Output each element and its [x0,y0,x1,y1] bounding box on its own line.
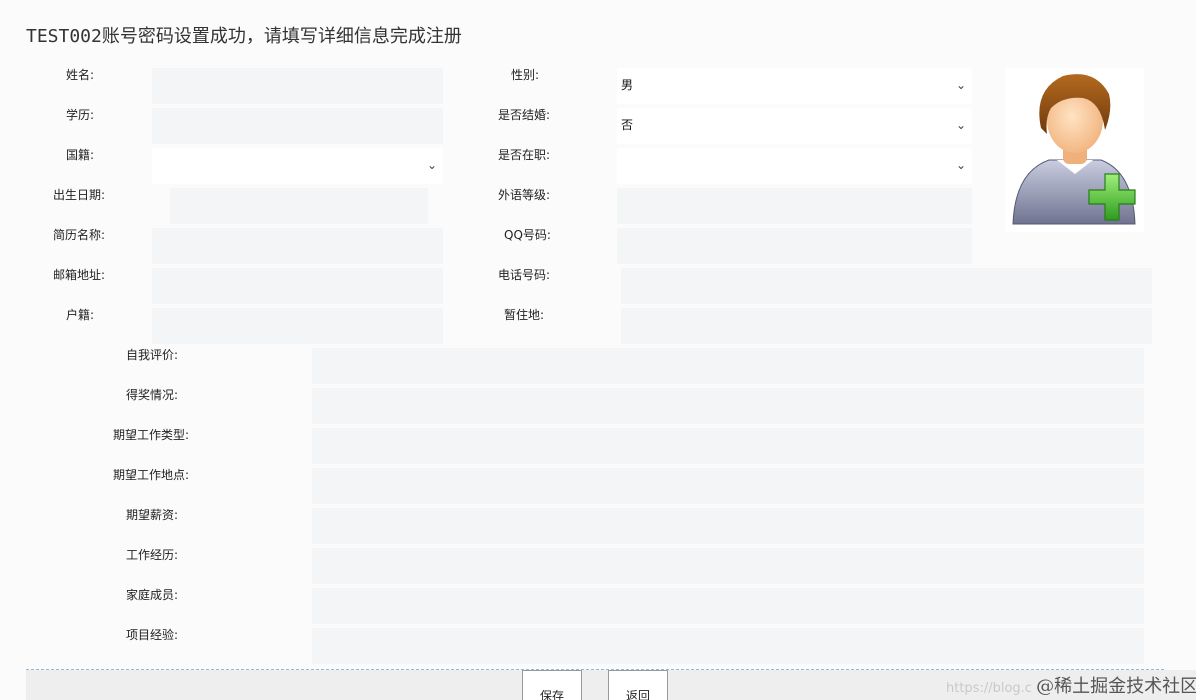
label-project-experience: 项目经验: [126,628,179,642]
avatar-upload[interactable] [1005,68,1144,232]
name-field[interactable] [152,68,443,104]
expected-location-field[interactable] [312,468,1144,504]
birthdate-field[interactable] [170,188,428,224]
self-evaluation-field[interactable] [312,348,1144,384]
footer-divider [26,669,1164,670]
resume-name-field[interactable] [152,228,443,264]
qq-field[interactable] [617,228,972,264]
expected-job-type-field[interactable] [312,428,1144,464]
label-temp-address: 暂住地: [504,308,545,322]
gender-value: 男 [621,78,634,92]
chevron-down-icon: ⌄ [955,158,966,172]
label-married: 是否结婚: [498,108,551,122]
chevron-down-icon: ⌄ [426,158,437,172]
user-add-icon [1012,74,1136,225]
label-household: 户籍: [66,308,95,322]
back-button[interactable]: 返回 [608,670,668,700]
label-gender: 性别: [511,68,540,82]
married-select[interactable]: 否 ⌄ [617,108,972,144]
page-title: TEST002账号密码设置成功，请填写详细信息完成注册 [26,26,462,47]
married-value: 否 [621,118,634,132]
label-language-level: 外语等级: [498,188,551,202]
watermark: https://blog.c @稀土掘金技术社区 [946,672,1196,698]
label-nationality: 国籍: [66,148,95,162]
watermark-brand: @稀土掘金技术社区 [1036,676,1196,697]
chevron-down-icon: ⌄ [955,78,966,92]
education-field[interactable] [152,108,443,144]
employed-select[interactable]: ⌄ [617,148,972,184]
label-employed: 是否在职: [498,148,551,162]
label-name: 姓名: [66,68,95,82]
watermark-url: https://blog.c [946,681,1032,696]
label-self-evaluation: 自我评价: [126,348,179,362]
work-experience-field[interactable] [312,548,1144,584]
label-resume-name: 简历名称: [53,228,106,242]
label-phone: 电话号码: [498,268,551,282]
label-birthdate: 出生日期: [53,188,106,202]
project-experience-field[interactable] [312,628,1144,664]
save-button[interactable]: 保存 [522,670,582,700]
household-field[interactable] [152,308,443,344]
label-expected-location: 期望工作地点: [113,468,190,482]
email-field[interactable] [152,268,443,304]
temp-address-field[interactable] [621,308,1152,344]
gender-select[interactable]: 男 ⌄ [617,68,972,104]
label-work-experience: 工作经历: [126,548,179,562]
label-education: 学历: [66,108,95,122]
label-expected-salary: 期望薪资: [126,508,179,522]
phone-field[interactable] [621,268,1152,304]
chevron-down-icon: ⌄ [955,118,966,132]
label-awards: 得奖情况: [126,388,179,402]
expected-salary-field[interactable] [312,508,1144,544]
awards-field[interactable] [312,388,1144,424]
language-level-field[interactable] [617,188,972,224]
nationality-select[interactable]: ⌄ [152,148,443,184]
family-members-field[interactable] [312,588,1144,624]
label-qq: QQ号码: [504,228,551,242]
label-family-members: 家庭成员: [126,588,179,602]
label-expected-job-type: 期望工作类型: [113,428,190,442]
label-email: 邮箱地址: [53,268,106,282]
